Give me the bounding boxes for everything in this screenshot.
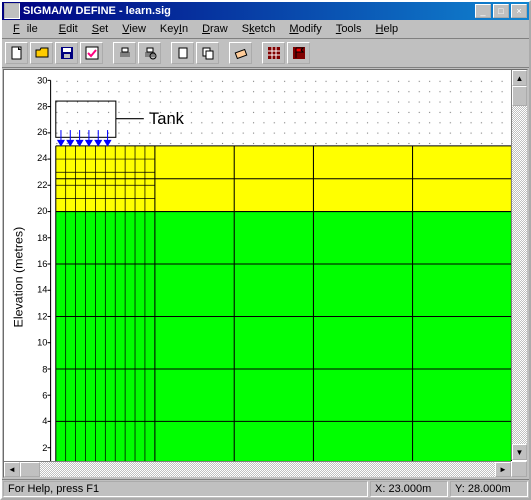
svg-text:4: 4 — [42, 416, 47, 426]
svg-text:16: 16 — [37, 259, 47, 269]
y-axis-label: Elevation (metres) — [12, 227, 26, 328]
scroll-down-button[interactable]: ▼ — [512, 444, 527, 460]
scroll-right-button[interactable]: ► — [495, 462, 511, 477]
svg-text:28: 28 — [37, 101, 47, 111]
menu-edit[interactable]: Edit — [52, 22, 85, 36]
status-x-coord: X: 23.000m — [370, 481, 448, 497]
svg-text:20: 20 — [37, 206, 47, 216]
svg-text:22: 22 — [37, 180, 47, 190]
eraser-icon — [234, 46, 248, 60]
tank-label: Tank — [149, 109, 185, 128]
app-icon — [4, 3, 20, 19]
close-button[interactable]: × — [511, 4, 527, 18]
menu-file[interactable]: File — [6, 22, 52, 36]
scroll-up-button[interactable]: ▲ — [512, 70, 527, 86]
save-button[interactable] — [55, 42, 78, 64]
scroll-corner — [511, 461, 527, 477]
new-button[interactable] — [5, 42, 28, 64]
menu-set[interactable]: Set — [85, 22, 116, 36]
maximize-button[interactable]: □ — [493, 4, 509, 18]
grid-icon — [267, 46, 281, 60]
scroll-left-button[interactable]: ◄ — [4, 462, 20, 477]
svg-text:2: 2 — [42, 443, 47, 453]
copy-button[interactable] — [196, 42, 219, 64]
svg-text:18: 18 — [37, 233, 47, 243]
menu-draw[interactable]: Draw — [195, 22, 235, 36]
cut-button[interactable] — [171, 42, 194, 64]
svg-text:14: 14 — [37, 285, 47, 295]
menu-modify[interactable]: Modify — [282, 22, 328, 36]
drawing-viewport[interactable]: Tank — [3, 69, 528, 478]
svg-text:10: 10 — [37, 337, 47, 347]
solve-button[interactable] — [287, 42, 310, 64]
status-message: For Help, press F1 — [3, 481, 368, 497]
print-preview-button[interactable] — [138, 42, 161, 64]
svg-text:24: 24 — [37, 153, 47, 163]
toolbar — [2, 39, 529, 68]
check-icon — [85, 46, 99, 60]
menubar: File Edit Set View KeyIn Draw Sketch Mod… — [2, 20, 529, 39]
h-scroll-thumb[interactable] — [20, 462, 40, 477]
flag-icon — [292, 46, 306, 60]
menu-view[interactable]: View — [115, 22, 153, 36]
svg-text:12: 12 — [37, 312, 47, 322]
open-folder-icon — [35, 46, 49, 60]
printer-icon — [118, 46, 132, 60]
window-title: SIGMA/W DEFINE - learn.sig — [23, 5, 475, 17]
v-scroll-thumb[interactable] — [512, 86, 527, 106]
statusbar: For Help, press F1 X: 23.000m Y: 28.000m — [2, 479, 529, 498]
menu-sketch[interactable]: Sketch — [235, 22, 283, 36]
grid-button[interactable] — [262, 42, 285, 64]
copy-icon — [201, 46, 215, 60]
floppy-icon — [60, 46, 74, 60]
menu-help[interactable]: Help — [369, 22, 406, 36]
svg-text:26: 26 — [37, 127, 47, 137]
verify-button[interactable] — [80, 42, 103, 64]
new-icon — [10, 46, 24, 60]
redraw-button[interactable] — [229, 42, 252, 64]
app-window: SIGMA/W DEFINE - learn.sig _ □ × File Ed… — [0, 0, 531, 500]
drawing-canvas[interactable]: Tank — [4, 70, 527, 478]
window-control-buttons: _ □ × — [475, 4, 527, 18]
print-preview-icon — [143, 46, 157, 60]
open-button[interactable] — [30, 42, 53, 64]
horizontal-scrollbar[interactable]: ◄ ► — [4, 461, 511, 477]
titlebar: SIGMA/W DEFINE - learn.sig _ □ × — [2, 2, 529, 20]
svg-text:30: 30 — [37, 75, 47, 85]
svg-text:6: 6 — [42, 390, 47, 400]
menu-keyin[interactable]: KeyIn — [153, 22, 195, 36]
status-y-coord: Y: 28.000m — [450, 481, 528, 497]
svg-text:8: 8 — [42, 364, 47, 374]
minimize-button[interactable]: _ — [475, 4, 491, 18]
page-icon — [176, 46, 190, 60]
vertical-scrollbar[interactable]: ▲ ▼ — [511, 70, 527, 460]
menu-tools[interactable]: Tools — [329, 22, 369, 36]
region-lower — [56, 212, 512, 474]
print-button[interactable] — [113, 42, 136, 64]
